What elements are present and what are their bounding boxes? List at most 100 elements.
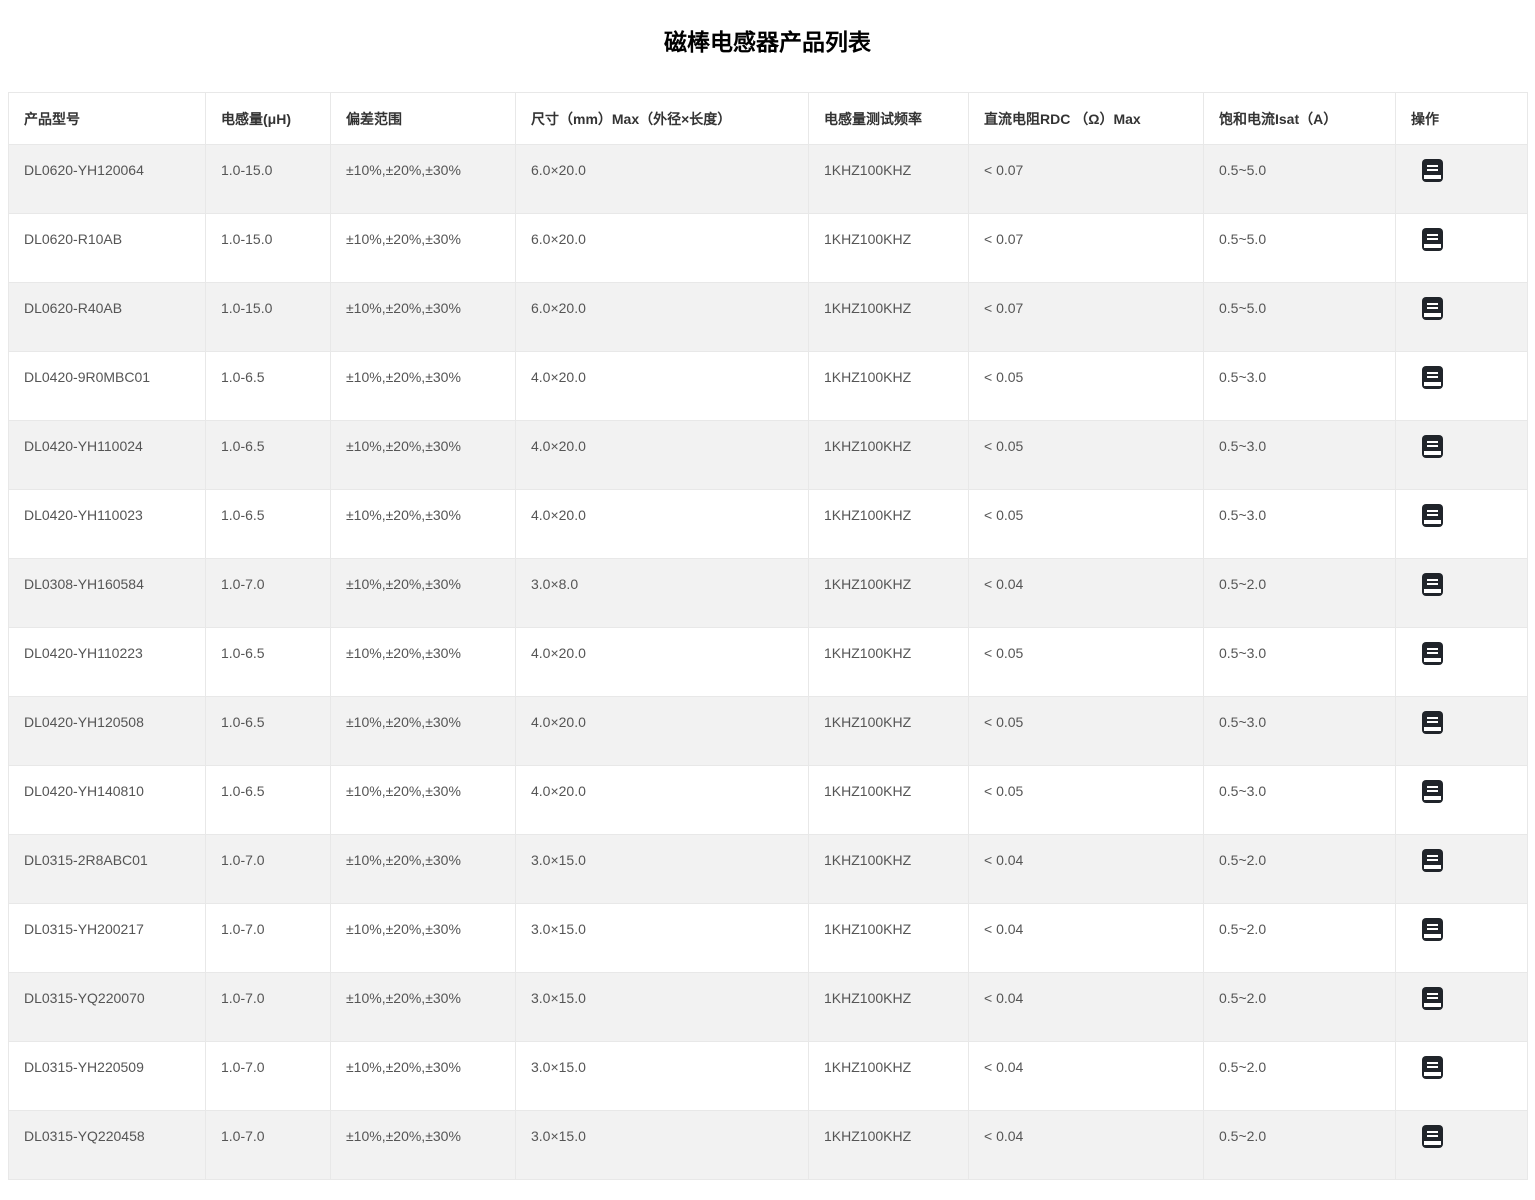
- table-row: DL0420-YH110023 1.0-6.5 ±10%,±20%,±30% 4…: [9, 490, 1528, 559]
- cell-rdc: < 0.04: [969, 904, 1204, 973]
- cell-rdc: < 0.04: [969, 835, 1204, 904]
- cell-isat: 0.5~5.0: [1204, 214, 1396, 283]
- document-icon-line: [1427, 786, 1438, 788]
- page-title: 磁棒电感器产品列表: [0, 16, 1535, 92]
- document-icon-band: [1424, 727, 1441, 731]
- cell-model: DL0420-YH140810: [9, 766, 206, 835]
- document-icon[interactable]: [1422, 849, 1443, 872]
- cell-actions: [1396, 1111, 1528, 1180]
- document-icon-line: [1427, 928, 1438, 930]
- cell-model: DL0420-YH110024: [9, 421, 206, 490]
- cell-frequency: 1KHZ100KHZ: [809, 421, 969, 490]
- cell-tolerance: ±10%,±20%,±30%: [331, 904, 516, 973]
- cell-frequency: 1KHZ100KHZ: [809, 283, 969, 352]
- document-icon-line: [1427, 165, 1438, 167]
- cell-model: DL0315-YQ220458: [9, 1111, 206, 1180]
- cell-actions: [1396, 1042, 1528, 1111]
- cell-model: DL0620-R10AB: [9, 214, 206, 283]
- cell-size: 3.0×8.0: [516, 559, 809, 628]
- document-icon-band: [1424, 658, 1441, 662]
- cell-isat: 0.5~2.0: [1204, 1042, 1396, 1111]
- cell-frequency: 1KHZ100KHZ: [809, 1042, 969, 1111]
- cell-tolerance: ±10%,±20%,±30%: [331, 559, 516, 628]
- document-icon[interactable]: [1422, 435, 1443, 458]
- document-icon-line: [1427, 376, 1438, 378]
- document-icon[interactable]: [1422, 228, 1443, 251]
- cell-inductance: 1.0-15.0: [206, 214, 331, 283]
- table-row: DL0315-YQ220070 1.0-7.0 ±10%,±20%,±30% 3…: [9, 973, 1528, 1042]
- document-icon[interactable]: [1422, 573, 1443, 596]
- cell-inductance: 1.0-7.0: [206, 559, 331, 628]
- document-icon-line: [1427, 652, 1438, 654]
- document-icon-line: [1427, 441, 1438, 443]
- document-icon[interactable]: [1422, 987, 1443, 1010]
- document-icon[interactable]: [1422, 297, 1443, 320]
- document-icon-line: [1427, 993, 1438, 995]
- table-row: DL0420-YH140810 1.0-6.5 ±10%,±20%,±30% 4…: [9, 766, 1528, 835]
- cell-rdc: < 0.05: [969, 697, 1204, 766]
- document-icon-line: [1427, 579, 1438, 581]
- document-icon[interactable]: [1422, 1056, 1443, 1079]
- cell-isat: 0.5~2.0: [1204, 559, 1396, 628]
- document-icon[interactable]: [1422, 711, 1443, 734]
- document-icon-line: [1427, 790, 1438, 792]
- cell-isat: 0.5~3.0: [1204, 697, 1396, 766]
- cell-isat: 0.5~2.0: [1204, 1111, 1396, 1180]
- document-icon[interactable]: [1422, 642, 1443, 665]
- column-header-frequency: 电感量测试频率: [809, 93, 969, 145]
- table-row: DL0620-YH120064 1.0-15.0 ±10%,±20%,±30% …: [9, 145, 1528, 214]
- document-icon[interactable]: [1422, 918, 1443, 941]
- document-icon-line: [1427, 514, 1438, 516]
- cell-rdc: < 0.04: [969, 1111, 1204, 1180]
- cell-size: 4.0×20.0: [516, 421, 809, 490]
- document-icon-line: [1427, 510, 1438, 512]
- document-icon-band: [1424, 313, 1441, 317]
- document-icon-line: [1427, 859, 1438, 861]
- cell-size: 4.0×20.0: [516, 352, 809, 421]
- document-icon[interactable]: [1422, 159, 1443, 182]
- cell-size: 6.0×20.0: [516, 145, 809, 214]
- document-icon-line: [1427, 1131, 1438, 1133]
- cell-inductance: 1.0-6.5: [206, 352, 331, 421]
- cell-model: DL0620-YH120064: [9, 145, 206, 214]
- column-header-isat: 饱和电流Isat（A）: [1204, 93, 1396, 145]
- cell-rdc: < 0.05: [969, 628, 1204, 697]
- cell-inductance: 1.0-7.0: [206, 1042, 331, 1111]
- document-icon[interactable]: [1422, 504, 1443, 527]
- cell-frequency: 1KHZ100KHZ: [809, 490, 969, 559]
- cell-isat: 0.5~3.0: [1204, 490, 1396, 559]
- document-icon[interactable]: [1422, 780, 1443, 803]
- cell-rdc: < 0.05: [969, 490, 1204, 559]
- cell-tolerance: ±10%,±20%,±30%: [331, 1111, 516, 1180]
- cell-isat: 0.5~2.0: [1204, 973, 1396, 1042]
- cell-rdc: < 0.04: [969, 1042, 1204, 1111]
- cell-inductance: 1.0-15.0: [206, 283, 331, 352]
- document-icon[interactable]: [1422, 366, 1443, 389]
- cell-size: 6.0×20.0: [516, 214, 809, 283]
- document-icon[interactable]: [1422, 1125, 1443, 1148]
- cell-frequency: 1KHZ100KHZ: [809, 697, 969, 766]
- cell-actions: [1396, 835, 1528, 904]
- cell-isat: 0.5~5.0: [1204, 283, 1396, 352]
- column-header-rdc: 直流电阻RDC （Ω）Max: [969, 93, 1204, 145]
- column-header-tolerance: 偏差范围: [331, 93, 516, 145]
- cell-actions: [1396, 973, 1528, 1042]
- cell-inductance: 1.0-6.5: [206, 697, 331, 766]
- cell-size: 3.0×15.0: [516, 973, 809, 1042]
- cell-actions: [1396, 283, 1528, 352]
- cell-inductance: 1.0-6.5: [206, 766, 331, 835]
- column-header-actions: 操作: [1396, 93, 1528, 145]
- table-row: DL0315-2R8ABC01 1.0-7.0 ±10%,±20%,±30% 3…: [9, 835, 1528, 904]
- cell-model: DL0315-YH220509: [9, 1042, 206, 1111]
- cell-actions: [1396, 559, 1528, 628]
- cell-tolerance: ±10%,±20%,±30%: [331, 628, 516, 697]
- cell-actions: [1396, 145, 1528, 214]
- document-icon-line: [1427, 1066, 1438, 1068]
- table-row: DL0420-YH120508 1.0-6.5 ±10%,±20%,±30% 4…: [9, 697, 1528, 766]
- document-icon-band: [1424, 1072, 1441, 1076]
- cell-rdc: < 0.05: [969, 421, 1204, 490]
- cell-isat: 0.5~3.0: [1204, 766, 1396, 835]
- cell-tolerance: ±10%,±20%,±30%: [331, 835, 516, 904]
- table-row: DL0620-R40AB 1.0-15.0 ±10%,±20%,±30% 6.0…: [9, 283, 1528, 352]
- cell-isat: 0.5~2.0: [1204, 904, 1396, 973]
